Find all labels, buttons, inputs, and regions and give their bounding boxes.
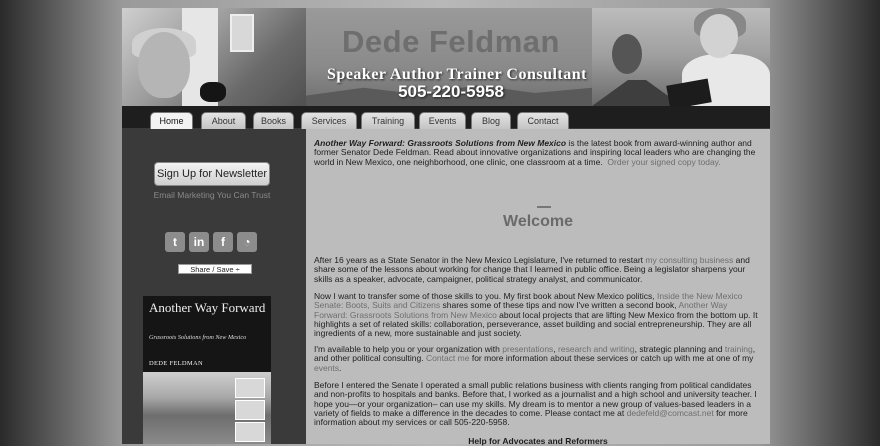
header-photo-left xyxy=(122,8,306,106)
linkedin-icon[interactable]: in xyxy=(189,232,209,252)
site-phone: 505-220-5958 xyxy=(398,82,504,101)
welcome-heading: Welcome xyxy=(503,213,573,230)
tab-books[interactable]: Books xyxy=(253,112,294,129)
tab-services[interactable]: Services xyxy=(301,112,357,129)
facebook-icon[interactable]: f xyxy=(213,232,233,252)
events-link[interactable]: events xyxy=(314,363,339,373)
newsletter-tagline[interactable]: Email Marketing You Can Trust xyxy=(122,190,302,200)
sidebar: Sign Up for Newsletter Email Marketing Y… xyxy=(122,129,302,444)
book-subtitle: Grassroots Solutions from New Mexico xyxy=(149,334,247,341)
site-title: Dede Feldman xyxy=(342,24,560,59)
paragraph-4: Before I entered the Senate I operated a… xyxy=(314,380,757,428)
book-author: DEDE FELDMAN xyxy=(149,360,203,367)
book-cover[interactable]: Another Way Forward Grassroots Solutions… xyxy=(143,296,271,444)
email-link[interactable]: dedefeld@comcast.net xyxy=(627,408,714,418)
share-save-button[interactable]: Share / Save ÷ xyxy=(178,264,252,274)
order-link[interactable]: Order your signed copy today. xyxy=(607,157,720,167)
paragraph-3: I'm available to help you or your organi… xyxy=(314,344,756,373)
book-title: Another Way Forward xyxy=(149,300,266,315)
tab-blog[interactable]: Blog xyxy=(471,112,511,129)
intro-paragraph: Another Way Forward: Grassroots Solution… xyxy=(314,138,756,167)
twitter-icon[interactable]: t xyxy=(165,232,185,252)
header-photo-right xyxy=(592,8,770,106)
paragraph-2: Now I want to transfer some of those ski… xyxy=(314,291,758,339)
microphone-icon xyxy=(200,82,226,102)
heading-divider xyxy=(537,206,551,208)
tab-about[interactable]: About xyxy=(201,112,246,129)
main-content: Another Way Forward: Grassroots Solution… xyxy=(306,129,770,446)
book-cover-photo xyxy=(143,372,271,444)
tab-home[interactable]: Home xyxy=(150,112,193,129)
help-heading: Help for Advocates and Reformers xyxy=(468,436,608,446)
tab-events[interactable]: Events xyxy=(419,112,466,129)
site-header: Dede Feldman Speaker Author Trainer Cons… xyxy=(122,8,770,106)
contact-me-link[interactable]: Contact me xyxy=(426,353,469,363)
tab-training[interactable]: Training xyxy=(361,112,415,129)
rss-icon[interactable]: ◔ xyxy=(237,232,257,252)
page-frame: Dede Feldman Speaker Author Trainer Cons… xyxy=(122,8,770,446)
paragraph-1: After 16 years as a State Senator in the… xyxy=(314,255,750,284)
tab-contact[interactable]: Contact xyxy=(517,112,569,129)
newsletter-signup-button[interactable]: Sign Up for Newsletter xyxy=(154,162,270,186)
